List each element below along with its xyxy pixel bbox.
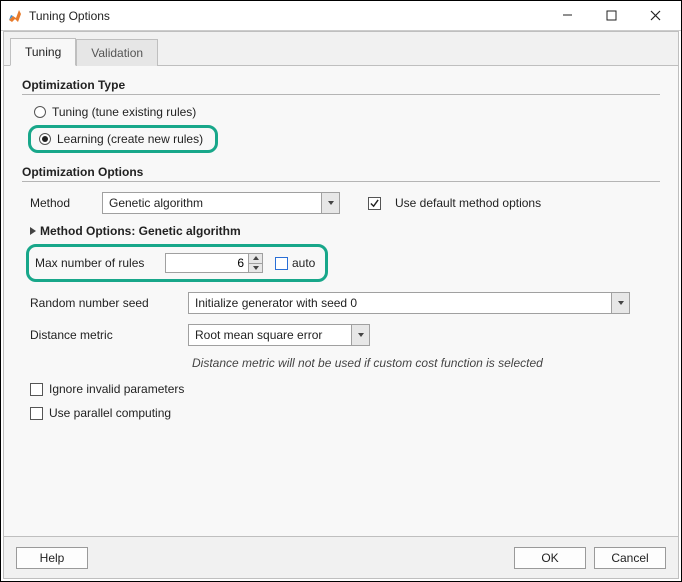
method-row: Method Genetic algorithm Use default met… <box>30 192 660 214</box>
distance-row: Distance metric Root mean square error <box>30 324 660 346</box>
distance-label: Distance metric <box>30 328 188 342</box>
close-button[interactable] <box>633 2 677 30</box>
highlight-learning: Learning (create new rules) <box>28 125 218 153</box>
use-default-checkbox[interactable] <box>368 197 381 210</box>
content-area: Tuning Validation Optimization Type Tuni… <box>3 31 679 579</box>
method-value: Genetic algorithm <box>109 196 333 210</box>
auto-checkbox[interactable] <box>275 257 288 270</box>
cancel-button[interactable]: Cancel <box>594 547 666 569</box>
maximize-button[interactable] <box>589 2 633 30</box>
chevron-down-icon <box>351 325 369 345</box>
titlebar: Tuning Options <box>1 1 681 31</box>
radio-tuning-label: Tuning (tune existing rules) <box>52 105 196 119</box>
distance-note: Distance metric will not be used if cust… <box>192 356 660 370</box>
max-rules-input[interactable] <box>165 253 249 273</box>
matlab-icon <box>7 8 23 24</box>
radio-learning-indicator[interactable] <box>39 133 51 145</box>
minimize-button[interactable] <box>545 2 589 30</box>
radio-tuning-indicator <box>34 106 46 118</box>
max-rules-label: Max number of rules <box>35 256 165 270</box>
ignore-invalid-label: Ignore invalid parameters <box>49 382 184 396</box>
triangle-right-icon <box>30 227 36 235</box>
ignore-invalid-row[interactable]: Ignore invalid parameters <box>30 382 660 396</box>
seed-value: Initialize generator with seed 0 <box>195 296 623 310</box>
divider <box>22 94 660 95</box>
radio-tuning-row[interactable]: Tuning (tune existing rules) <box>34 105 660 119</box>
window-title: Tuning Options <box>29 9 110 23</box>
parallel-label: Use parallel computing <box>49 406 171 420</box>
distance-dropdown[interactable]: Root mean square error <box>188 324 370 346</box>
auto-label: auto <box>292 256 315 270</box>
ok-button[interactable]: OK <box>514 547 586 569</box>
method-options-heading: Method Options: Genetic algorithm <box>40 224 241 238</box>
optimization-type-heading: Optimization Type <box>22 78 660 92</box>
tab-body-tuning: Optimization Type Tuning (tune existing … <box>4 66 678 536</box>
tab-bar: Tuning Validation <box>4 32 678 66</box>
parallel-row[interactable]: Use parallel computing <box>30 406 660 420</box>
method-options-toggle[interactable]: Method Options: Genetic algorithm <box>30 224 660 238</box>
tab-tuning[interactable]: Tuning <box>10 38 76 66</box>
seed-row: Random number seed Initialize generator … <box>30 292 660 314</box>
max-rules-spinner[interactable] <box>249 253 263 273</box>
use-default-label: Use default method options <box>395 196 541 210</box>
spinner-up-icon[interactable] <box>249 254 262 263</box>
method-dropdown[interactable]: Genetic algorithm <box>102 192 340 214</box>
method-label: Method <box>30 196 92 210</box>
ignore-invalid-checkbox[interactable] <box>30 383 43 396</box>
chevron-down-icon <box>611 293 629 313</box>
spinner-down-icon[interactable] <box>249 263 262 273</box>
dialog-footer: Help OK Cancel <box>4 536 678 578</box>
optimization-options-heading: Optimization Options <box>22 165 660 179</box>
tab-validation[interactable]: Validation <box>76 39 158 66</box>
parallel-checkbox[interactable] <box>30 407 43 420</box>
chevron-down-icon <box>321 193 339 213</box>
seed-dropdown[interactable]: Initialize generator with seed 0 <box>188 292 630 314</box>
distance-value: Root mean square error <box>195 328 363 342</box>
highlight-max-rules: Max number of rules auto <box>26 244 328 282</box>
help-button[interactable]: Help <box>16 547 88 569</box>
seed-label: Random number seed <box>30 296 188 310</box>
radio-learning-label: Learning (create new rules) <box>57 132 203 146</box>
divider <box>22 181 660 182</box>
